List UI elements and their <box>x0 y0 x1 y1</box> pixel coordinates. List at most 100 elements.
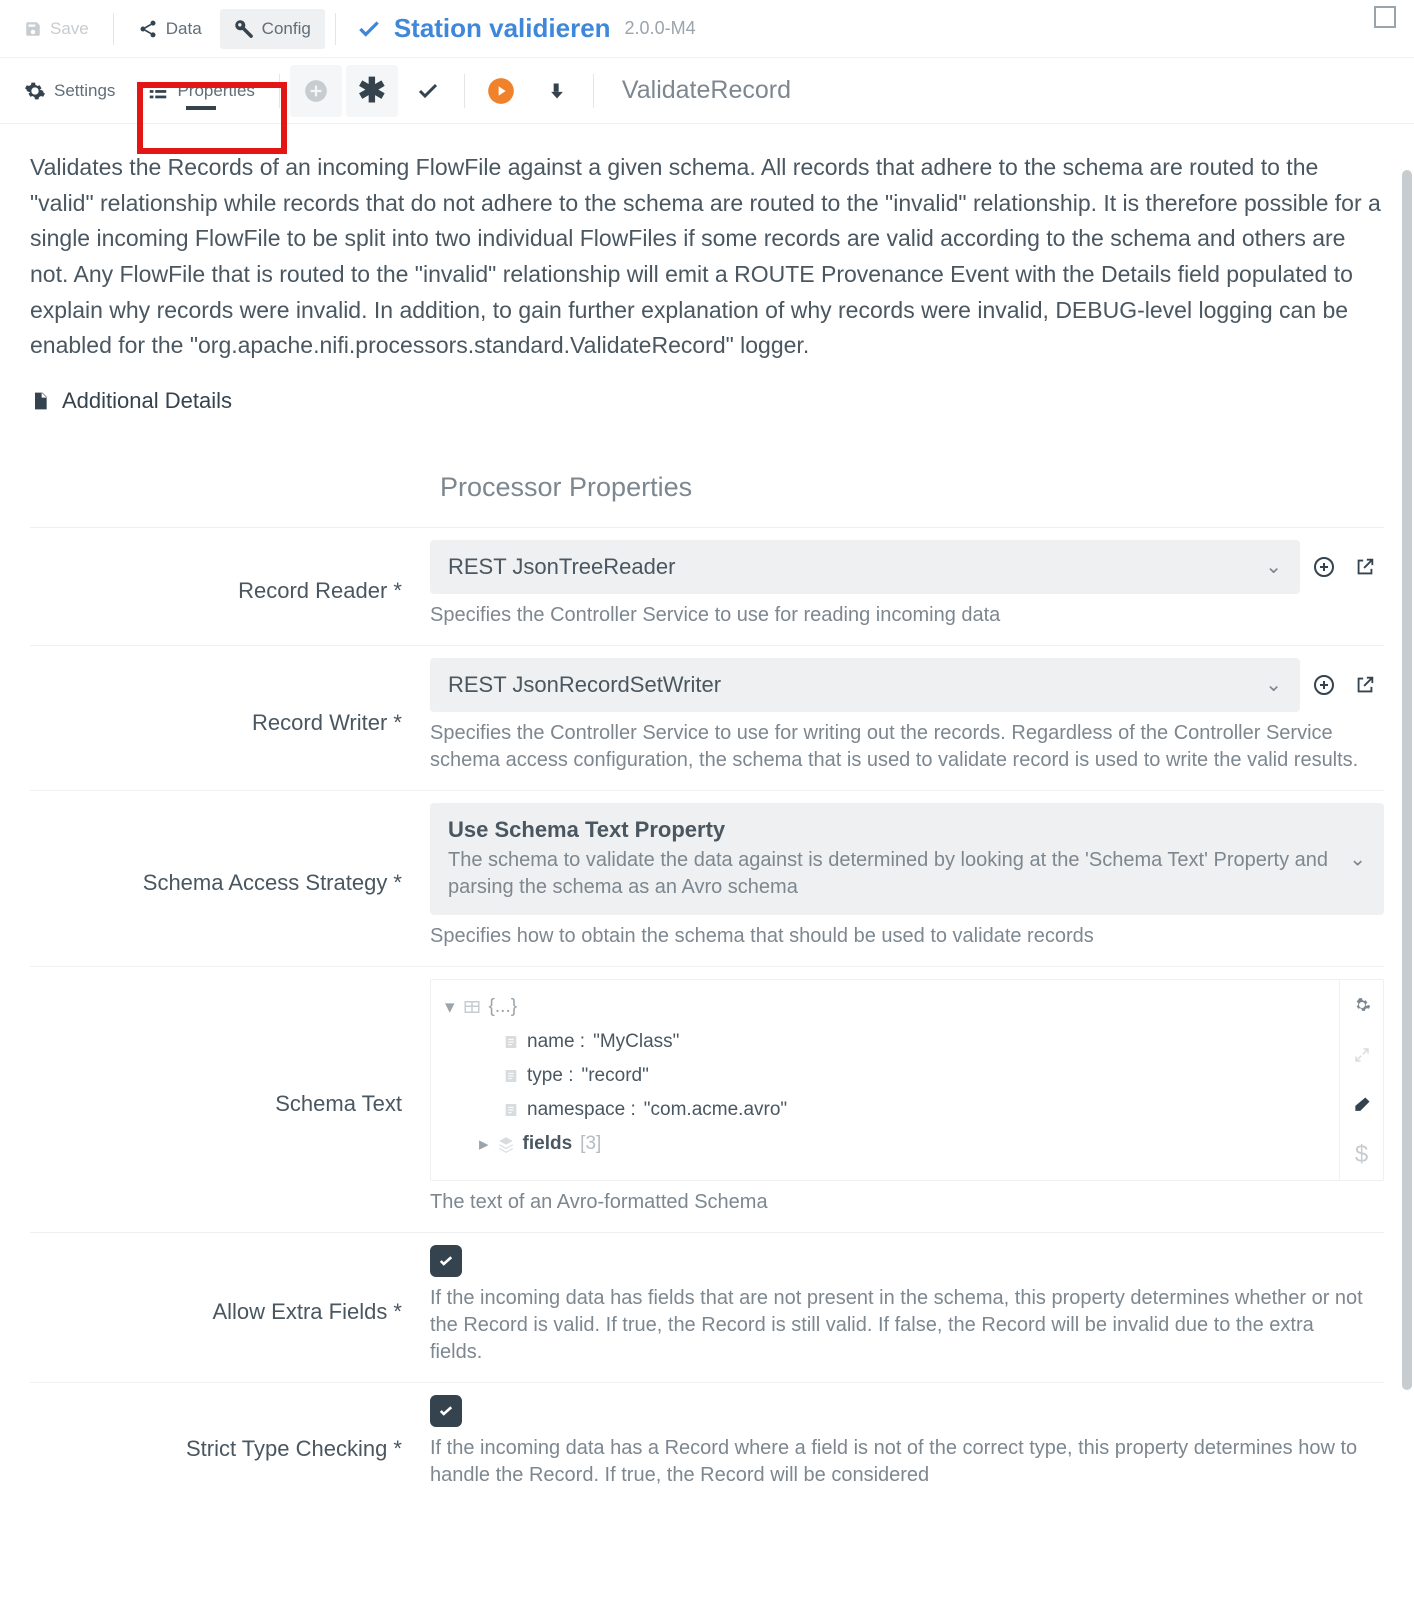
additional-details-link[interactable]: Additional Details <box>30 388 1384 414</box>
prop-label: Schema Text <box>30 1077 430 1117</box>
top-toolbar: Save Data Config Station validieren 2.0.… <box>0 0 1414 58</box>
tree-key: name : <box>527 1031 585 1053</box>
properties-tab[interactable]: Properties <box>133 68 268 114</box>
add-service-button[interactable] <box>1312 555 1342 579</box>
select-value: Use Schema Text Property <box>448 817 1336 843</box>
add-service-button[interactable] <box>1312 673 1342 697</box>
validate-button[interactable] <box>402 65 454 117</box>
tree-value: "record" <box>581 1065 648 1087</box>
select-value: REST JsonTreeReader <box>448 554 675 580</box>
schema-text-editor[interactable]: ▾ {...} name : "MyClass" type : "record" <box>430 979 1384 1181</box>
schema-toolbar: $ <box>1339 980 1383 1180</box>
prop-row-strict-type: Strict Type Checking * If the incoming d… <box>30 1382 1384 1505</box>
chevron-down-icon: ⌄ <box>1265 672 1282 697</box>
gear-icon <box>1353 996 1371 1014</box>
schema-strategy-select[interactable]: Use Schema Text Property The schema to v… <box>430 803 1384 915</box>
prop-row-record-reader: Record Reader * REST JsonTreeReader ⌄ Sp… <box>30 527 1384 645</box>
table-icon <box>463 998 481 1016</box>
chevron-down-icon: ⌄ <box>1265 554 1282 579</box>
prop-row-record-writer: Record Writer * REST JsonRecordSetWriter… <box>30 645 1384 790</box>
prop-help: If the incoming data has fields that are… <box>430 1285 1384 1366</box>
save-label: Save <box>50 19 89 39</box>
content: Validates the Records of an incoming Flo… <box>0 124 1414 1505</box>
goto-service-button[interactable] <box>1354 674 1384 696</box>
settings-tab[interactable]: Settings <box>10 68 129 114</box>
select-value: REST JsonRecordSetWriter <box>448 672 721 698</box>
add-button[interactable] <box>290 65 342 117</box>
config-button[interactable]: Config <box>220 9 325 49</box>
separator <box>593 74 594 108</box>
settings-label: Settings <box>54 81 115 101</box>
version-label: 2.0.0-M4 <box>625 18 696 39</box>
prop-help: Specifies the Controller Service to use … <box>430 602 1384 629</box>
share-icon <box>138 19 158 39</box>
tree-count: [3] <box>580 1133 601 1155</box>
step-button[interactable] <box>531 65 583 117</box>
note-icon <box>503 1034 519 1050</box>
tree-root: {...} <box>489 996 518 1018</box>
config-toolbar: Settings Properties ✱ ValidateRecord <box>0 58 1414 124</box>
document-icon <box>30 389 50 413</box>
expand-icon <box>1353 1046 1371 1064</box>
select-description: The schema to validate the data against … <box>448 847 1336 901</box>
prop-help: Specifies how to obtain the schema that … <box>430 923 1384 950</box>
properties-label: Properties <box>177 81 254 101</box>
asterisk-icon: ✱ <box>358 71 387 111</box>
properties-header: Processor Properties <box>440 472 1384 503</box>
scrollbar[interactable] <box>1402 170 1412 1390</box>
prop-label: Strict Type Checking * <box>30 1422 430 1462</box>
schema-variables-button[interactable]: $ <box>1340 1130 1383 1180</box>
goto-service-button[interactable] <box>1354 556 1384 578</box>
record-writer-select[interactable]: REST JsonRecordSetWriter ⌄ <box>430 658 1300 712</box>
config-label: Config <box>262 19 311 39</box>
strict-type-checkbox[interactable] <box>430 1395 462 1427</box>
prop-help: If the incoming data has a Record where … <box>430 1435 1384 1489</box>
tree-fields: fields <box>523 1133 573 1155</box>
note-icon <box>503 1068 519 1084</box>
play-circle-icon <box>487 77 515 105</box>
eraser-icon <box>1352 1095 1372 1115</box>
prop-row-allow-extra: Allow Extra Fields * If the incoming dat… <box>30 1232 1384 1382</box>
caret-right-icon[interactable]: ▸ <box>479 1133 489 1156</box>
save-icon <box>24 20 42 38</box>
external-link-icon <box>1354 674 1376 696</box>
tree-value: "com.acme.avro" <box>644 1099 787 1121</box>
layers-icon <box>497 1135 515 1153</box>
window-maximize-icon[interactable] <box>1374 6 1396 28</box>
arrow-down-icon <box>547 79 567 103</box>
allow-extra-checkbox[interactable] <box>430 1245 462 1277</box>
note-icon <box>503 1102 519 1118</box>
separator <box>464 74 465 108</box>
separator <box>113 13 114 45</box>
tree-value: "MyClass" <box>593 1031 679 1053</box>
caret-down-icon[interactable]: ▾ <box>445 996 455 1019</box>
separator <box>279 74 280 108</box>
separator <box>335 13 336 45</box>
required-button[interactable]: ✱ <box>346 65 398 117</box>
prop-row-schema-text: Schema Text ▾ {...} name : "MyClass" <box>30 966 1384 1232</box>
schema-tree: ▾ {...} name : "MyClass" type : "record" <box>431 980 1339 1180</box>
schema-settings-button[interactable] <box>1340 980 1383 1030</box>
check-icon <box>416 79 440 103</box>
prop-label: Allow Extra Fields * <box>30 1285 430 1325</box>
dollar-icon: $ <box>1355 1141 1368 1169</box>
prop-label: Schema Access Strategy * <box>30 856 430 896</box>
processor-description: Validates the Records of an incoming Flo… <box>30 150 1384 364</box>
check-icon <box>356 16 382 42</box>
tree-key: namespace : <box>527 1099 636 1121</box>
additional-details-label: Additional Details <box>62 388 232 414</box>
active-indicator <box>186 106 216 110</box>
plus-circle-outline-icon <box>1312 673 1336 697</box>
schema-expand-button[interactable] <box>1340 1030 1383 1080</box>
data-button[interactable]: Data <box>124 9 216 49</box>
run-button[interactable] <box>475 65 527 117</box>
prop-label: Record Reader * <box>30 564 430 604</box>
external-link-icon <box>1354 556 1376 578</box>
data-label: Data <box>166 19 202 39</box>
save-button: Save <box>10 9 103 49</box>
record-reader-select[interactable]: REST JsonTreeReader ⌄ <box>430 540 1300 594</box>
schema-erase-button[interactable] <box>1340 1080 1383 1130</box>
tree-key: type : <box>527 1065 573 1087</box>
prop-help: The text of an Avro-formatted Schema <box>430 1189 1384 1216</box>
plus-circle-icon <box>303 78 329 104</box>
